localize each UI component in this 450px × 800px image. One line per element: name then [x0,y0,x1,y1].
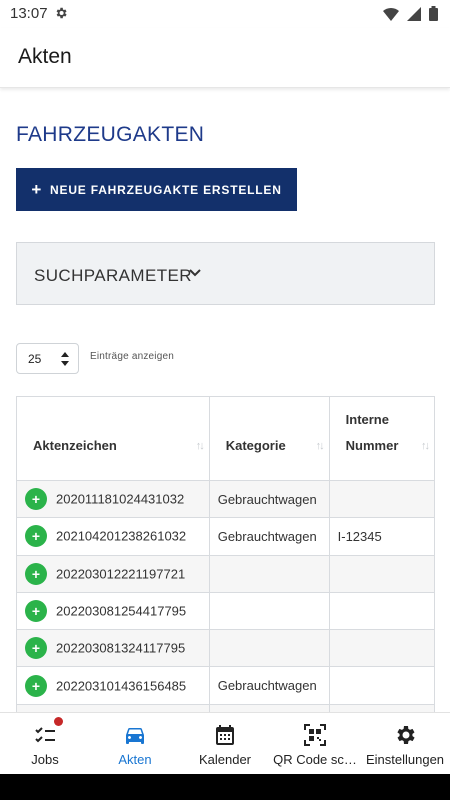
expand-row-icon[interactable]: + [25,488,47,511]
nav-label: Akten [118,752,152,767]
kategorie-cell [208,629,330,668]
sort-icon: ↑↓ [315,440,325,452]
kategorie-cell [208,554,330,593]
table-row[interactable]: +202203101436156485 Gebrauchtwagen [16,666,436,705]
calendar-icon [216,725,234,745]
expand-row-icon[interactable]: + [25,600,47,623]
signal-icon [407,6,421,21]
table-header-row: Aktenzeichen ↑↓ Kategorie ↑↓ Interne Num… [16,396,436,481]
interne-nummer-cell [328,629,436,668]
wifi-icon [383,7,399,21]
gear-icon [397,726,415,744]
status-bar: 13:07 [0,0,450,28]
checklist-icon [35,727,55,743]
kategorie-cell [208,591,330,631]
expand-row-icon[interactable]: + [25,674,47,697]
nav-label: Jobs [31,752,59,767]
battery-icon [429,6,438,21]
aktenzeichen-cell: 202203081324117795 [56,640,186,656]
nav-label: Kalender [198,752,252,767]
bottom-navigation: Jobs Akten Kalender QR Code sc… Einstell… [0,712,450,774]
aktenzeichen-cell: 202104201238261032 [56,528,187,544]
table-row[interactable]: +202203081324117795 [16,629,436,668]
table-row[interactable]: +202203081254417795 [16,591,436,631]
main-content: FAHRZEUGAKTEN + NEUE FAHRZEUGAKTE ERSTEL… [0,90,450,712]
interne-nummer-cell [328,554,436,593]
kategorie-cell: Gebrauchtwagen [208,479,330,519]
nav-item-qr-code-scanner[interactable]: QR Code sc… [270,713,360,774]
aktenzeichen-cell: 202203101436156485 [56,678,187,694]
interne-nummer-cell [328,666,436,705]
table-row[interactable] [16,703,436,712]
expand-row-icon[interactable]: + [25,637,47,660]
interne-nummer-cell [328,591,436,631]
interne-nummer-cell [328,479,436,519]
aktenzeichen-cell: 202203081254417795 [56,603,187,619]
nav-item-einstellungen[interactable]: Einstellungen [360,713,450,774]
aktenzeichen-cell: 202203012221197721 [56,566,186,582]
search-parameters-label: SUCHPARAMETER [34,266,192,285]
new-vehicle-file-label: NEUE FAHRZEUGAKTE ERSTELLEN [50,182,282,197]
settings-status-icon [56,7,67,19]
column-header-interne-nummer[interactable]: Interne Nummer ↑↓ [328,396,436,481]
vehicle-files-table: Aktenzeichen ↑↓ Kategorie ↑↓ Interne Num… [16,396,436,712]
sort-icon: ↑↓ [195,440,205,452]
sort-icon: ↑↓ [421,440,430,452]
new-vehicle-file-button[interactable]: + NEUE FAHRZEUGAKTE ERSTELLEN [16,168,297,211]
plus-icon: + [31,179,43,199]
column-header-kategorie[interactable]: Kategorie ↑↓ [208,396,330,481]
kategorie-cell: Gebrauchtwagen [208,517,330,556]
app-bar-title: Akten [18,45,72,68]
page-title: FAHRZEUGAKTEN [16,123,205,146]
expand-row-icon[interactable]: + [25,525,47,548]
interne-nummer-cell: I-12345 [328,517,436,556]
nav-item-jobs[interactable]: Jobs [0,713,90,774]
entries-per-page-value: 25 [28,352,42,366]
entries-per-page-select[interactable]: 25 [16,343,79,374]
table-row[interactable]: +202011181024431032 Gebrauchtwagen [16,479,436,519]
kategorie-cell: Gebrauchtwagen [208,666,330,705]
nav-label: QR Code sc… [273,752,357,767]
column-header-label: Kategorie [225,438,286,453]
aktenzeichen-cell: 202011181024431032 [56,491,185,507]
column-header-label: Nummer [345,438,399,453]
nav-item-akten[interactable]: Akten [90,713,180,774]
car-icon [126,728,144,744]
notification-badge [54,717,63,726]
column-header-aktenzeichen[interactable]: Aktenzeichen ↑↓ [16,396,210,481]
nav-item-kalender[interactable]: Kalender [180,713,270,774]
chevron-down-icon [189,269,201,277]
expand-row-icon[interactable]: + [25,562,47,585]
status-time: 13:07 [10,5,48,22]
qr-code-icon [304,724,326,746]
table-row[interactable]: +202104201238261032 Gebrauchtwagen I-123… [16,517,436,556]
column-header-label: Interne [345,412,389,427]
column-header-label: Aktenzeichen [33,438,117,453]
table-row[interactable]: +202203012221197721 [16,554,436,593]
entries-per-page-label: Einträge anzeigen [90,351,175,362]
search-parameters-toggle[interactable]: SUCHPARAMETER [16,242,435,305]
nav-label: Einstellungen [365,752,445,767]
select-arrows-icon [61,352,69,366]
system-navigation-bar [0,774,450,800]
app-bar: Akten [0,28,450,88]
